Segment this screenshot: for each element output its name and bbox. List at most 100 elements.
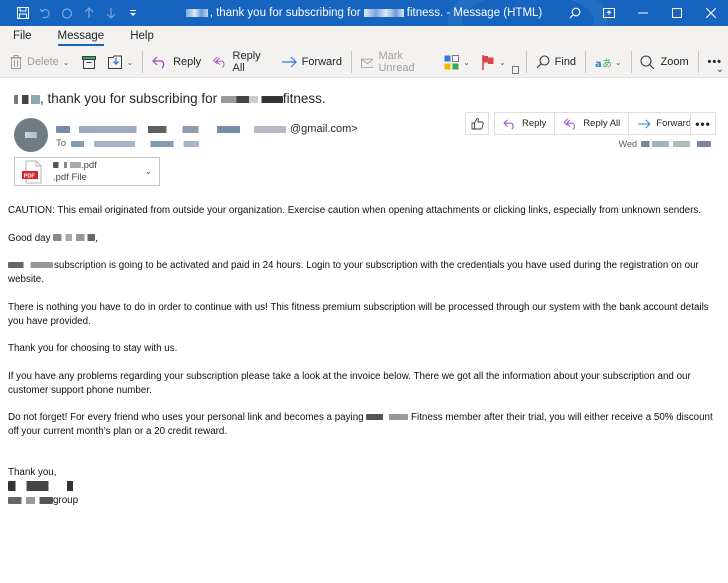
toolbar-divider	[350, 51, 352, 73]
quick-access-toolbar	[0, 0, 144, 26]
paragraph-referral: Do not forget! For every friend who uses…	[8, 411, 720, 439]
toolbar-divider	[630, 51, 632, 73]
sender-avatar[interactable]	[14, 118, 48, 152]
header-reply-all-button[interactable]: Reply All	[555, 113, 630, 134]
reply-all-button[interactable]: Reply All	[207, 49, 274, 75]
sender-address[interactable]: @gmail.com>	[56, 123, 358, 135]
archive-icon	[81, 55, 96, 69]
message-date: Wed	[619, 139, 711, 149]
expand-ribbon-chevron-icon[interactable]: ⌄	[716, 64, 724, 75]
reply-all-label: Reply All	[232, 50, 261, 74]
message-subject: , thank you for subscribing for fitness.	[14, 91, 326, 106]
reply-all-icon	[563, 118, 576, 130]
forward-label: Forward	[656, 118, 692, 129]
minimize-icon[interactable]	[626, 0, 660, 26]
delete-label: Delete	[27, 56, 59, 68]
chevron-down-icon[interactable]: ⌄	[63, 58, 70, 67]
signature-name	[8, 480, 720, 494]
signoff: Thank you,	[8, 467, 57, 478]
attachment-chevron-down-icon[interactable]: ⌄	[144, 166, 152, 177]
attachment-pdf[interactable]: PDF .pdf .pdf File ⌄	[14, 157, 160, 186]
categorize-icon	[444, 54, 460, 69]
archive-button[interactable]	[76, 49, 102, 75]
svg-text:a: a	[595, 59, 602, 70]
header-forward-button[interactable]: Forward	[629, 113, 699, 134]
trash-icon	[10, 55, 22, 69]
redacted-signer	[8, 481, 82, 492]
envelope-icon	[360, 58, 374, 68]
forward-button[interactable]: Forward	[275, 49, 348, 75]
find-button[interactable]: Find	[530, 49, 582, 75]
attachment-details: .pdf .pdf File	[53, 160, 97, 184]
paragraph-activation: subscription is going to be activated an…	[8, 259, 720, 287]
zoom-label: Zoom	[660, 56, 689, 68]
redacted-brand	[220, 95, 283, 103]
search-icon	[536, 55, 550, 69]
forward-icon	[638, 118, 651, 129]
redacted-brand	[8, 262, 53, 269]
zoom-icon	[640, 54, 655, 69]
up-arrow-icon[interactable]	[78, 0, 100, 26]
subject-text-end: fitness.	[282, 91, 326, 106]
reply-label: Reply	[173, 56, 202, 68]
tab-message[interactable]: Message	[45, 26, 118, 47]
date-day: Wed	[618, 139, 637, 149]
save-icon[interactable]	[12, 0, 34, 26]
more-actions-button[interactable]: •••	[690, 112, 716, 135]
toolbar-divider	[697, 51, 699, 73]
redacted-sender	[56, 125, 286, 133]
reply-icon	[503, 118, 514, 130]
down-arrow-icon[interactable]	[100, 0, 122, 26]
reply-icon	[152, 56, 165, 69]
greeting: Good day ,	[8, 232, 720, 246]
redacted-brand	[363, 8, 404, 17]
move-to-folder-icon	[107, 55, 122, 69]
message-body: CAUTION: This email originated from outs…	[8, 204, 720, 508]
chevron-down-icon: ⌄	[614, 57, 622, 67]
maximize-icon[interactable]	[660, 0, 694, 26]
message-actions: Reply Reply All Forward	[494, 112, 701, 135]
mark-unread-label: Mark Unread	[378, 50, 415, 74]
redacted-company	[8, 496, 53, 504]
toolbar-divider	[585, 51, 586, 73]
thumbs-up-icon	[471, 118, 484, 130]
paragraph-processing: There is nothing you have to do in order…	[8, 301, 709, 327]
chevron-down-icon: ⌄	[126, 57, 134, 67]
caution-banner: CAUTION: This email originated from outs…	[8, 205, 702, 216]
paragraph-thanks: Thank you for choosing to stay with us.	[8, 343, 178, 354]
greeting-comma: ,	[95, 232, 98, 244]
pdf-file-icon: PDF	[21, 160, 45, 184]
categorize-button[interactable]: ⌄	[438, 49, 476, 75]
tab-help[interactable]: Help	[117, 26, 167, 47]
reply-button[interactable]: Reply	[146, 49, 207, 75]
move-button[interactable]: ⌄	[102, 49, 140, 75]
translate-icon: aあ	[595, 58, 611, 70]
customize-quick-access-icon[interactable]	[122, 0, 144, 26]
close-icon[interactable]	[694, 0, 728, 26]
zoom-button[interactable]: Zoom	[634, 49, 694, 75]
attachment-type: .pdf File	[53, 171, 87, 183]
dialog-launcher-icon[interactable]	[511, 66, 519, 74]
redacted-recipient	[71, 140, 200, 147]
header-reply-button[interactable]: Reply	[495, 113, 556, 134]
search-icon[interactable]	[558, 0, 592, 26]
translate-button[interactable]: aあ ⌄	[589, 49, 628, 75]
find-label: Find	[554, 56, 577, 68]
recipients: To	[56, 138, 200, 149]
flag-button[interactable]: ⌄	[476, 49, 512, 75]
signature: Thank you, group	[8, 466, 720, 508]
delete-button[interactable]: Delete ⌄	[0, 49, 76, 75]
window-controls	[558, 0, 728, 26]
forward-label: Forward	[301, 56, 342, 68]
chevron-down-icon: ⌄	[463, 57, 470, 67]
undo-icon[interactable]	[34, 0, 56, 26]
forward-icon	[281, 56, 297, 68]
tab-file[interactable]: File	[0, 26, 45, 47]
mark-unread-button[interactable]: Mark Unread	[355, 49, 438, 75]
redo-icon[interactable]	[56, 0, 78, 26]
ribbon-display-icon[interactable]	[592, 0, 626, 26]
svg-text:PDF: PDF	[24, 173, 36, 179]
like-button[interactable]	[465, 112, 489, 135]
title-bar: , thank you for subscribing for fitness.…	[0, 0, 728, 26]
subject-text: , thank you for subscribing for	[40, 91, 221, 106]
